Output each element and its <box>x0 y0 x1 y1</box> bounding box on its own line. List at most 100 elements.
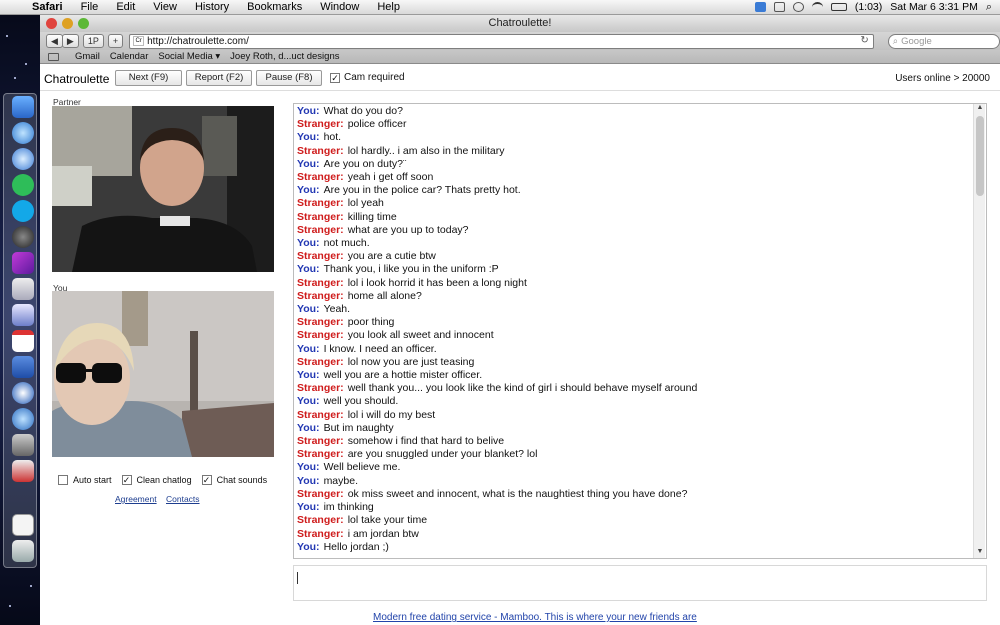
message-sender: You: <box>297 474 320 487</box>
back-button[interactable]: ◀ <box>46 34 63 48</box>
url-text[interactable]: http://chatroulette.com/ <box>147 36 249 47</box>
menu-history[interactable]: History <box>186 1 238 13</box>
self-video <box>52 291 274 457</box>
scroll-down-arrow[interactable]: ▼ <box>974 548 986 558</box>
next-button[interactable]: Next (F9) <box>115 70 182 86</box>
app-purple-icon[interactable] <box>12 252 34 274</box>
status-app-icon[interactable] <box>754 2 766 12</box>
bookmark-social-media[interactable]: Social Media ▾ <box>158 51 220 62</box>
forward-button[interactable]: ▶ <box>61 34 79 48</box>
book-icon[interactable] <box>48 52 59 61</box>
zoom-button[interactable] <box>78 18 89 29</box>
preview-icon[interactable] <box>12 278 34 300</box>
scroll-up-arrow[interactable]: ▲ <box>974 104 986 114</box>
app-red-icon[interactable] <box>12 460 34 482</box>
utility-icon[interactable] <box>12 434 34 456</box>
pause-button[interactable]: Pause (F8) <box>256 70 322 86</box>
menu-help[interactable]: Help <box>368 1 409 13</box>
close-button[interactable] <box>46 18 57 29</box>
spotlight-icon[interactable]: ⌕ <box>986 1 992 14</box>
address-bar[interactable]: Cr http://chatroulette.com/ ↻ <box>129 33 874 49</box>
agreement-link[interactable]: Agreement <box>115 494 157 504</box>
chat-message: You: I know. I need an officer. <box>297 343 967 356</box>
chat-log[interactable]: You: What do you do? Stranger: police offic… <box>293 103 987 559</box>
tasks-icon[interactable] <box>12 356 34 378</box>
battery-icon[interactable] <box>830 3 847 11</box>
chat-message: Stranger: somehow i find that hard to bel… <box>297 435 967 448</box>
browser-icon[interactable] <box>12 408 34 430</box>
alarm-clock-icon[interactable] <box>773 2 785 12</box>
clean-chatlog-option[interactable]: ✓ Clean chatlog <box>121 475 192 485</box>
message-sender: Stranger: <box>297 276 344 289</box>
clock[interactable]: Sat Mar 6 3:31 PM <box>890 1 978 13</box>
scroll-thumb[interactable] <box>976 116 984 196</box>
battery-time[interactable]: (1:03) <box>855 1 882 13</box>
clock-app-icon[interactable] <box>12 382 34 404</box>
chat-message: You: well you should. <box>297 395 967 408</box>
chat-message: You: Yeah. <box>297 303 967 316</box>
chat-messages: You: What do you do? Stranger: police offic… <box>297 105 967 554</box>
trash-icon[interactable] <box>12 540 34 562</box>
contacts-link[interactable]: Contacts <box>166 494 200 504</box>
window-title: Chatroulette! <box>488 17 552 29</box>
status-menus: (1:03) Sat Mar 6 3:31 PM ⌕ <box>754 1 1000 14</box>
skype-icon[interactable] <box>12 200 34 222</box>
wifi-icon[interactable] <box>811 2 823 12</box>
bell-icon[interactable] <box>792 2 804 12</box>
message-text: Hello jordan ;) <box>323 540 389 553</box>
bookmark-gmail[interactable]: Gmail <box>75 51 100 62</box>
camera-icon[interactable] <box>12 226 34 248</box>
chat-message: Stranger: lol now you are just teasing <box>297 356 967 369</box>
message-sender: You: <box>297 303 320 316</box>
auto-start-checkbox[interactable] <box>58 475 68 485</box>
chat-message: You: hot. <box>297 131 967 144</box>
chat-message: Stranger: lol i will do my best <box>297 409 967 422</box>
message-input[interactable] <box>293 565 987 601</box>
cam-required-option[interactable]: ✓ Cam required <box>330 72 405 83</box>
site-logo[interactable]: Chatroulette <box>44 72 109 86</box>
message-text: lol yeah <box>347 197 384 210</box>
clean-chatlog-label: Clean chatlog <box>136 475 192 485</box>
onepassword-button[interactable]: 1P <box>82 34 104 48</box>
ical-icon[interactable] <box>12 330 34 352</box>
search-icon: ⌕ <box>892 35 899 47</box>
report-button[interactable]: Report (F2) <box>186 70 252 86</box>
cam-required-checkbox[interactable]: ✓ <box>330 72 340 83</box>
mail-icon[interactable] <box>12 304 34 326</box>
menu-view[interactable]: View <box>144 1 186 13</box>
bookmark-calendar[interactable]: Calendar <box>110 51 149 62</box>
auto-start-option[interactable]: Auto start <box>58 475 112 485</box>
title-bar: Chatroulette! <box>40 15 1000 32</box>
document-icon[interactable] <box>12 514 34 536</box>
message-text: somehow i find that hard to belive <box>347 435 505 448</box>
menu-window[interactable]: Window <box>311 1 368 13</box>
menu-app[interactable]: Safari <box>28 1 72 13</box>
search-field[interactable]: ⌕ Google <box>887 33 1000 49</box>
message-sender: Stranger: <box>297 289 344 302</box>
bookmark-joey-roth[interactable]: Joey Roth, d...uct designs <box>230 51 339 62</box>
chat-scrollbar[interactable]: ▲ ▼ <box>973 104 985 558</box>
clean-chatlog-checkbox[interactable]: ✓ <box>121 475 132 485</box>
chat-sounds-checkbox[interactable]: ✓ <box>201 475 212 485</box>
finder-icon[interactable] <box>12 96 34 118</box>
menu-bookmarks[interactable]: Bookmarks <box>238 1 311 13</box>
spotify-icon[interactable] <box>12 174 34 196</box>
chat-sounds-label: Chat sounds <box>216 475 268 485</box>
minimize-button[interactable] <box>62 18 73 29</box>
itunes-icon[interactable] <box>12 148 34 170</box>
message-text: Well believe me. <box>323 461 401 474</box>
chat-message: You: well you are a hottie mister officer… <box>297 369 967 382</box>
message-sender: You: <box>297 369 320 382</box>
browser-window: Chatroulette! ◀ ▶ 1P + Cr http://chatrou… <box>40 15 1000 625</box>
chat-message: Stranger: are you snuggled under your bla… <box>297 448 967 461</box>
safari-icon[interactable] <box>12 122 34 144</box>
bookmarks-bar: Gmail Calendar Social Media ▾ Joey Roth,… <box>40 50 1000 64</box>
message-text: Thank you, i like you in the uniform :P <box>323 263 499 276</box>
ad-link[interactable]: Modern free dating service - Mamboo. Thi… <box>373 612 697 623</box>
reload-icon[interactable]: ↻ <box>860 35 868 46</box>
menu-file[interactable]: File <box>72 1 108 13</box>
message-text: lol i will do my best <box>347 408 436 421</box>
chat-sounds-option[interactable]: ✓ Chat sounds <box>201 475 268 485</box>
menu-edit[interactable]: Edit <box>107 1 144 13</box>
add-bookmark-button[interactable]: + <box>107 34 124 48</box>
